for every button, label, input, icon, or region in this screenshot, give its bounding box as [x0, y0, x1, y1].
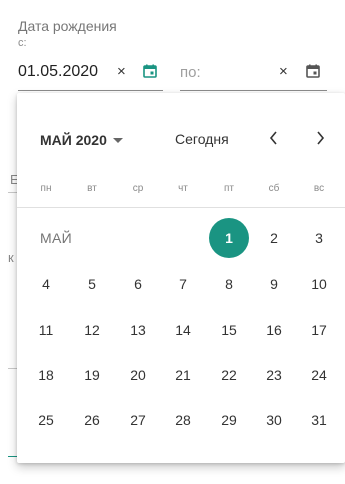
to-date-field[interactable]: по: × — [180, 60, 327, 91]
calendar-day[interactable]: 2 — [254, 218, 294, 258]
to-date-placeholder: по: — [180, 64, 201, 81]
calendar-day[interactable]: 3 — [299, 218, 339, 258]
calendar-day[interactable]: 9 — [254, 264, 294, 304]
weekday-row: пн вт ср чт пт сб вс — [17, 183, 345, 203]
from-label: с: — [18, 37, 27, 49]
header-divider — [17, 207, 345, 208]
from-date-field[interactable]: 01.05.2020 × — [18, 60, 163, 91]
background-divider — [8, 192, 17, 193]
calendar-day[interactable]: 10 — [299, 264, 339, 304]
page: Дата рождения с: 01.05.2020 × по: × E к … — [0, 0, 345, 484]
today-button[interactable]: Сегодня — [175, 131, 229, 147]
chevron-left-icon[interactable] — [263, 127, 285, 149]
from-clear-button[interactable]: × — [117, 63, 126, 81]
calendar-day[interactable]: 8 — [209, 264, 249, 304]
datepicker-header: МАЙ 2020 Сегодня — [17, 93, 345, 183]
calendar-day[interactable]: 22 — [209, 355, 249, 395]
calendar-day[interactable]: 14 — [163, 310, 203, 350]
calendar-day[interactable]: 27 — [118, 400, 158, 440]
calendar-day[interactable]: 19 — [72, 355, 112, 395]
weekday-label: ср — [132, 183, 144, 194]
weekday-label: вт — [87, 183, 97, 194]
calendar-day[interactable]: 11 — [26, 310, 66, 350]
weekday-label: пт — [224, 183, 234, 194]
calendar-day[interactable]: 28 — [163, 400, 203, 440]
calendar-day[interactable]: 13 — [118, 310, 158, 350]
caret-down-icon — [112, 137, 123, 143]
weekday-label: сб — [268, 183, 280, 194]
calendar-day[interactable]: 15 — [209, 310, 249, 350]
background-fragment: к — [8, 250, 14, 265]
calendar-day[interactable]: 21 — [163, 355, 203, 395]
calendar-day[interactable]: 18 — [26, 355, 66, 395]
calendar-day[interactable]: 20 — [118, 355, 158, 395]
background-divider — [8, 368, 17, 369]
month-label: МАЙ — [40, 230, 72, 246]
calendar-icon[interactable] — [306, 64, 320, 78]
from-date-value[interactable]: 01.05.2020 — [18, 62, 98, 82]
calendar-day[interactable]: 4 — [26, 264, 66, 304]
calendar-day[interactable]: 12 — [72, 310, 112, 350]
background-divider — [8, 456, 17, 457]
calendar-day[interactable]: 25 — [26, 400, 66, 440]
field-title: Дата рождения — [18, 18, 117, 34]
calendar-day[interactable]: 31 — [299, 400, 339, 440]
calendar-day[interactable]: 7 — [163, 264, 203, 304]
calendar-day[interactable]: 6 — [118, 264, 158, 304]
month-year-label: МАЙ 2020 — [40, 132, 107, 148]
datepicker-popup: МАЙ 2020 Сегодня пн вт ср чт пт сб вс МАЙ 1234… — [17, 93, 345, 463]
weekday-label: вс — [313, 183, 325, 194]
month-year-selector[interactable]: МАЙ 2020 — [40, 129, 123, 151]
calendar-day[interactable]: 30 — [254, 400, 294, 440]
calendar-day[interactable]: 24 — [299, 355, 339, 395]
calendar-day[interactable]: 17 — [299, 310, 339, 350]
calendar-day[interactable]: 26 — [72, 400, 112, 440]
weekday-label: чт — [178, 183, 188, 194]
calendar-icon[interactable] — [143, 64, 157, 78]
to-clear-button[interactable]: × — [279, 63, 288, 81]
calendar-day[interactable]: 23 — [254, 355, 294, 395]
calendar-day[interactable]: 5 — [72, 264, 112, 304]
calendar-day[interactable]: 16 — [254, 310, 294, 350]
selected-day[interactable]: 1 — [209, 218, 249, 258]
calendar-day[interactable]: 29 — [209, 400, 249, 440]
chevron-right-icon[interactable] — [309, 127, 331, 149]
weekday-label: пн — [40, 183, 52, 194]
